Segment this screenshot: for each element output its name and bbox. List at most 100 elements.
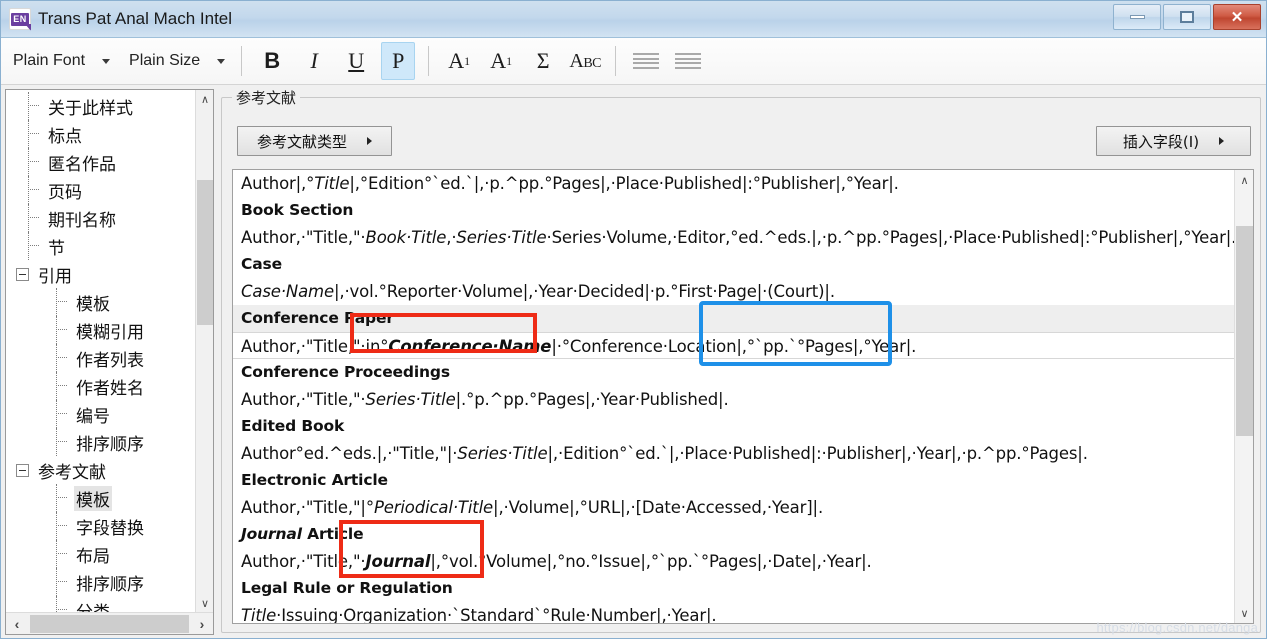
reference-type-heading[interactable]: Case	[233, 251, 1234, 278]
align-left-button[interactable]	[629, 42, 663, 80]
plain-format-button[interactable]: P	[381, 42, 416, 80]
tree-item[interactable]: 作者列表	[6, 344, 196, 372]
sigma-symbol-button[interactable]: Σ	[526, 42, 560, 80]
reference-groupbox: 参考文献 参考文献类型 插入字段(I) Author|,°Title|,°Edi…	[221, 87, 1261, 633]
italic-button[interactable]: I	[297, 42, 331, 80]
reference-template-line[interactable]: Author,·"Title,"|°Periodical·Title|,·Vol…	[233, 494, 1234, 521]
tree-item-label: 关于此样式	[48, 98, 133, 119]
tree-item[interactable]: 编号	[6, 400, 196, 428]
font-family-combo[interactable]: Plain Font	[1, 39, 117, 83]
align-center-icon	[675, 51, 702, 71]
tree-item-label: 编号	[76, 406, 110, 427]
tree-item[interactable]: 关于此样式	[6, 92, 196, 120]
reference-template-line[interactable]: Title·Issuing·Organization·`Standard`°Ru…	[233, 602, 1234, 623]
insert-field-button[interactable]: 插入字段(I)	[1096, 126, 1251, 156]
minimize-button[interactable]	[1113, 4, 1161, 30]
title-bar: EN Trans Pat Anal Mach Intel ✕	[1, 1, 1266, 38]
subscript-button[interactable]: A1	[484, 42, 518, 80]
maximize-button[interactable]	[1163, 4, 1211, 30]
tree-connector-icon	[24, 92, 46, 120]
scroll-up-icon[interactable]: ∧	[1235, 170, 1253, 190]
reference-template-line[interactable]: Author,·"Title,"·in°Conference·Name|·°Co…	[233, 332, 1234, 359]
small-caps-button[interactable]: ABC	[568, 42, 602, 80]
style-tree[interactable]: 关于此样式 标点 匿名作品 页码 期刊名称节引用 模板 模糊引用 作者列表 作者姓名 编号 排序顺序…	[6, 90, 196, 612]
chevron-down-icon[interactable]	[210, 50, 232, 72]
smallcaps-letter: A	[569, 49, 584, 72]
tree-connector-icon	[24, 204, 46, 232]
scroll-down-icon[interactable]: ∨	[196, 594, 213, 612]
reference-template-line[interactable]: Author,·"Title,"·Series·Title|.°p.^pp.°P…	[233, 386, 1234, 413]
collapse-icon[interactable]	[16, 267, 29, 281]
reference-template-line[interactable]: Author|,°Title|,°Edition°`ed.`|,·p.^pp.°…	[233, 170, 1234, 197]
tree-hscroll-thumb[interactable]	[30, 614, 189, 633]
window-controls: ✕	[1113, 4, 1261, 30]
tree-connector-icon	[52, 400, 74, 428]
superscript-button[interactable]: A1	[442, 42, 476, 80]
tree-item[interactable]: 作者姓名	[6, 372, 196, 400]
smallcaps-rest: BC	[583, 55, 602, 71]
tree-item[interactable]: 模板	[6, 288, 196, 316]
tree-item[interactable]: 排序顺序	[6, 428, 196, 456]
template-text-area[interactable]: Author|,°Title|,°Edition°`ed.`|,·p.^pp.°…	[233, 170, 1234, 623]
close-button[interactable]: ✕	[1213, 4, 1261, 30]
minimize-icon	[1129, 15, 1145, 19]
tree-item[interactable]: 节	[6, 232, 196, 260]
reference-type-heading[interactable]: Electronic Article	[233, 467, 1234, 494]
tree-connector-icon	[24, 148, 46, 176]
font-size-combo[interactable]: Plain Size	[117, 39, 232, 83]
scroll-right-icon[interactable]: ›	[191, 614, 213, 634]
scroll-up-icon[interactable]: ∧	[196, 90, 213, 108]
tree-item[interactable]: 分类	[6, 596, 196, 612]
tree-item[interactable]: 布局	[6, 540, 196, 568]
tree-item[interactable]: 参考文献	[6, 456, 196, 484]
underline-button[interactable]: U	[339, 42, 373, 80]
reference-type-heading[interactable]: Legal Rule or Regulation	[233, 575, 1234, 602]
tree-horizontal-scrollbar[interactable]: ‹ ›	[6, 612, 213, 634]
tree-item[interactable]: 期刊名称	[6, 204, 196, 232]
tree-connector-icon	[52, 372, 74, 400]
tree-item[interactable]: 匿名作品	[6, 148, 196, 176]
scroll-left-icon[interactable]: ‹	[6, 614, 28, 634]
chevron-down-icon[interactable]	[95, 50, 117, 72]
collapse-icon[interactable]	[16, 463, 29, 477]
endnote-icon-label: EN	[11, 12, 29, 26]
reference-type-heading[interactable]: Book Section	[233, 197, 1234, 224]
subscript-letter: A	[490, 48, 507, 73]
reference-type-heading[interactable]: Conference Paper	[233, 305, 1234, 332]
tree-item-label: 模板	[74, 485, 112, 511]
editor-vertical-scrollbar[interactable]: ∧ ∨	[1234, 170, 1253, 623]
bold-button[interactable]: B	[255, 42, 289, 80]
reference-template-line[interactable]: Author,·"Title,"·Journal|,°vol.°Volume|,…	[233, 548, 1234, 575]
tree-vertical-scrollbar[interactable]: ∧ ∨	[195, 90, 213, 612]
reference-template-line[interactable]: Author,·"Title,"·Book·Title,·Series·Titl…	[233, 224, 1234, 251]
tree-item[interactable]: 页码	[6, 176, 196, 204]
tree-connector-icon	[24, 176, 46, 204]
tree-item-label: 作者姓名	[76, 378, 144, 399]
reference-type-heading[interactable]: Journal Article	[233, 521, 1234, 548]
tree-connector-icon	[52, 344, 74, 372]
endnote-app-icon: EN	[9, 8, 31, 30]
reference-type-heading[interactable]: Edited Book	[233, 413, 1234, 440]
tree-item[interactable]: 标点	[6, 120, 196, 148]
tree-item[interactable]: 字段替换	[6, 512, 196, 540]
reference-type-button[interactable]: 参考文献类型	[237, 126, 392, 156]
reference-template-line[interactable]: Case·Name|,·vol.°Reporter·Volume|,·Year·…	[233, 278, 1234, 305]
template-editor[interactable]: Author|,°Title|,°Edition°`ed.`|,·p.^pp.°…	[232, 169, 1254, 624]
editor-scroll-thumb[interactable]	[1236, 226, 1253, 436]
tree-item[interactable]: 模糊引用	[6, 316, 196, 344]
caret-right-icon	[1219, 137, 1225, 145]
tree-item-label: 模糊引用	[76, 322, 144, 343]
reference-type-heading[interactable]: Conference Proceedings	[233, 359, 1234, 386]
tree-item[interactable]: 引用	[6, 260, 196, 288]
tree-item[interactable]: 模板	[6, 484, 196, 512]
tree-item-label: 布局	[76, 546, 110, 567]
tree-item-label: 模板	[76, 294, 110, 315]
groupbox-title: 参考文献	[232, 87, 301, 108]
reference-template-line[interactable]: Author°ed.^eds.|,·"Title,"|·Series·Title…	[233, 440, 1234, 467]
align-center-button[interactable]	[671, 42, 705, 80]
tree-scroll-thumb[interactable]	[197, 180, 213, 325]
superscript-letter: A	[448, 48, 465, 73]
tree-item[interactable]: 排序顺序	[6, 568, 196, 596]
toolbar-separator	[428, 46, 430, 76]
tree-connector-icon	[24, 232, 46, 260]
